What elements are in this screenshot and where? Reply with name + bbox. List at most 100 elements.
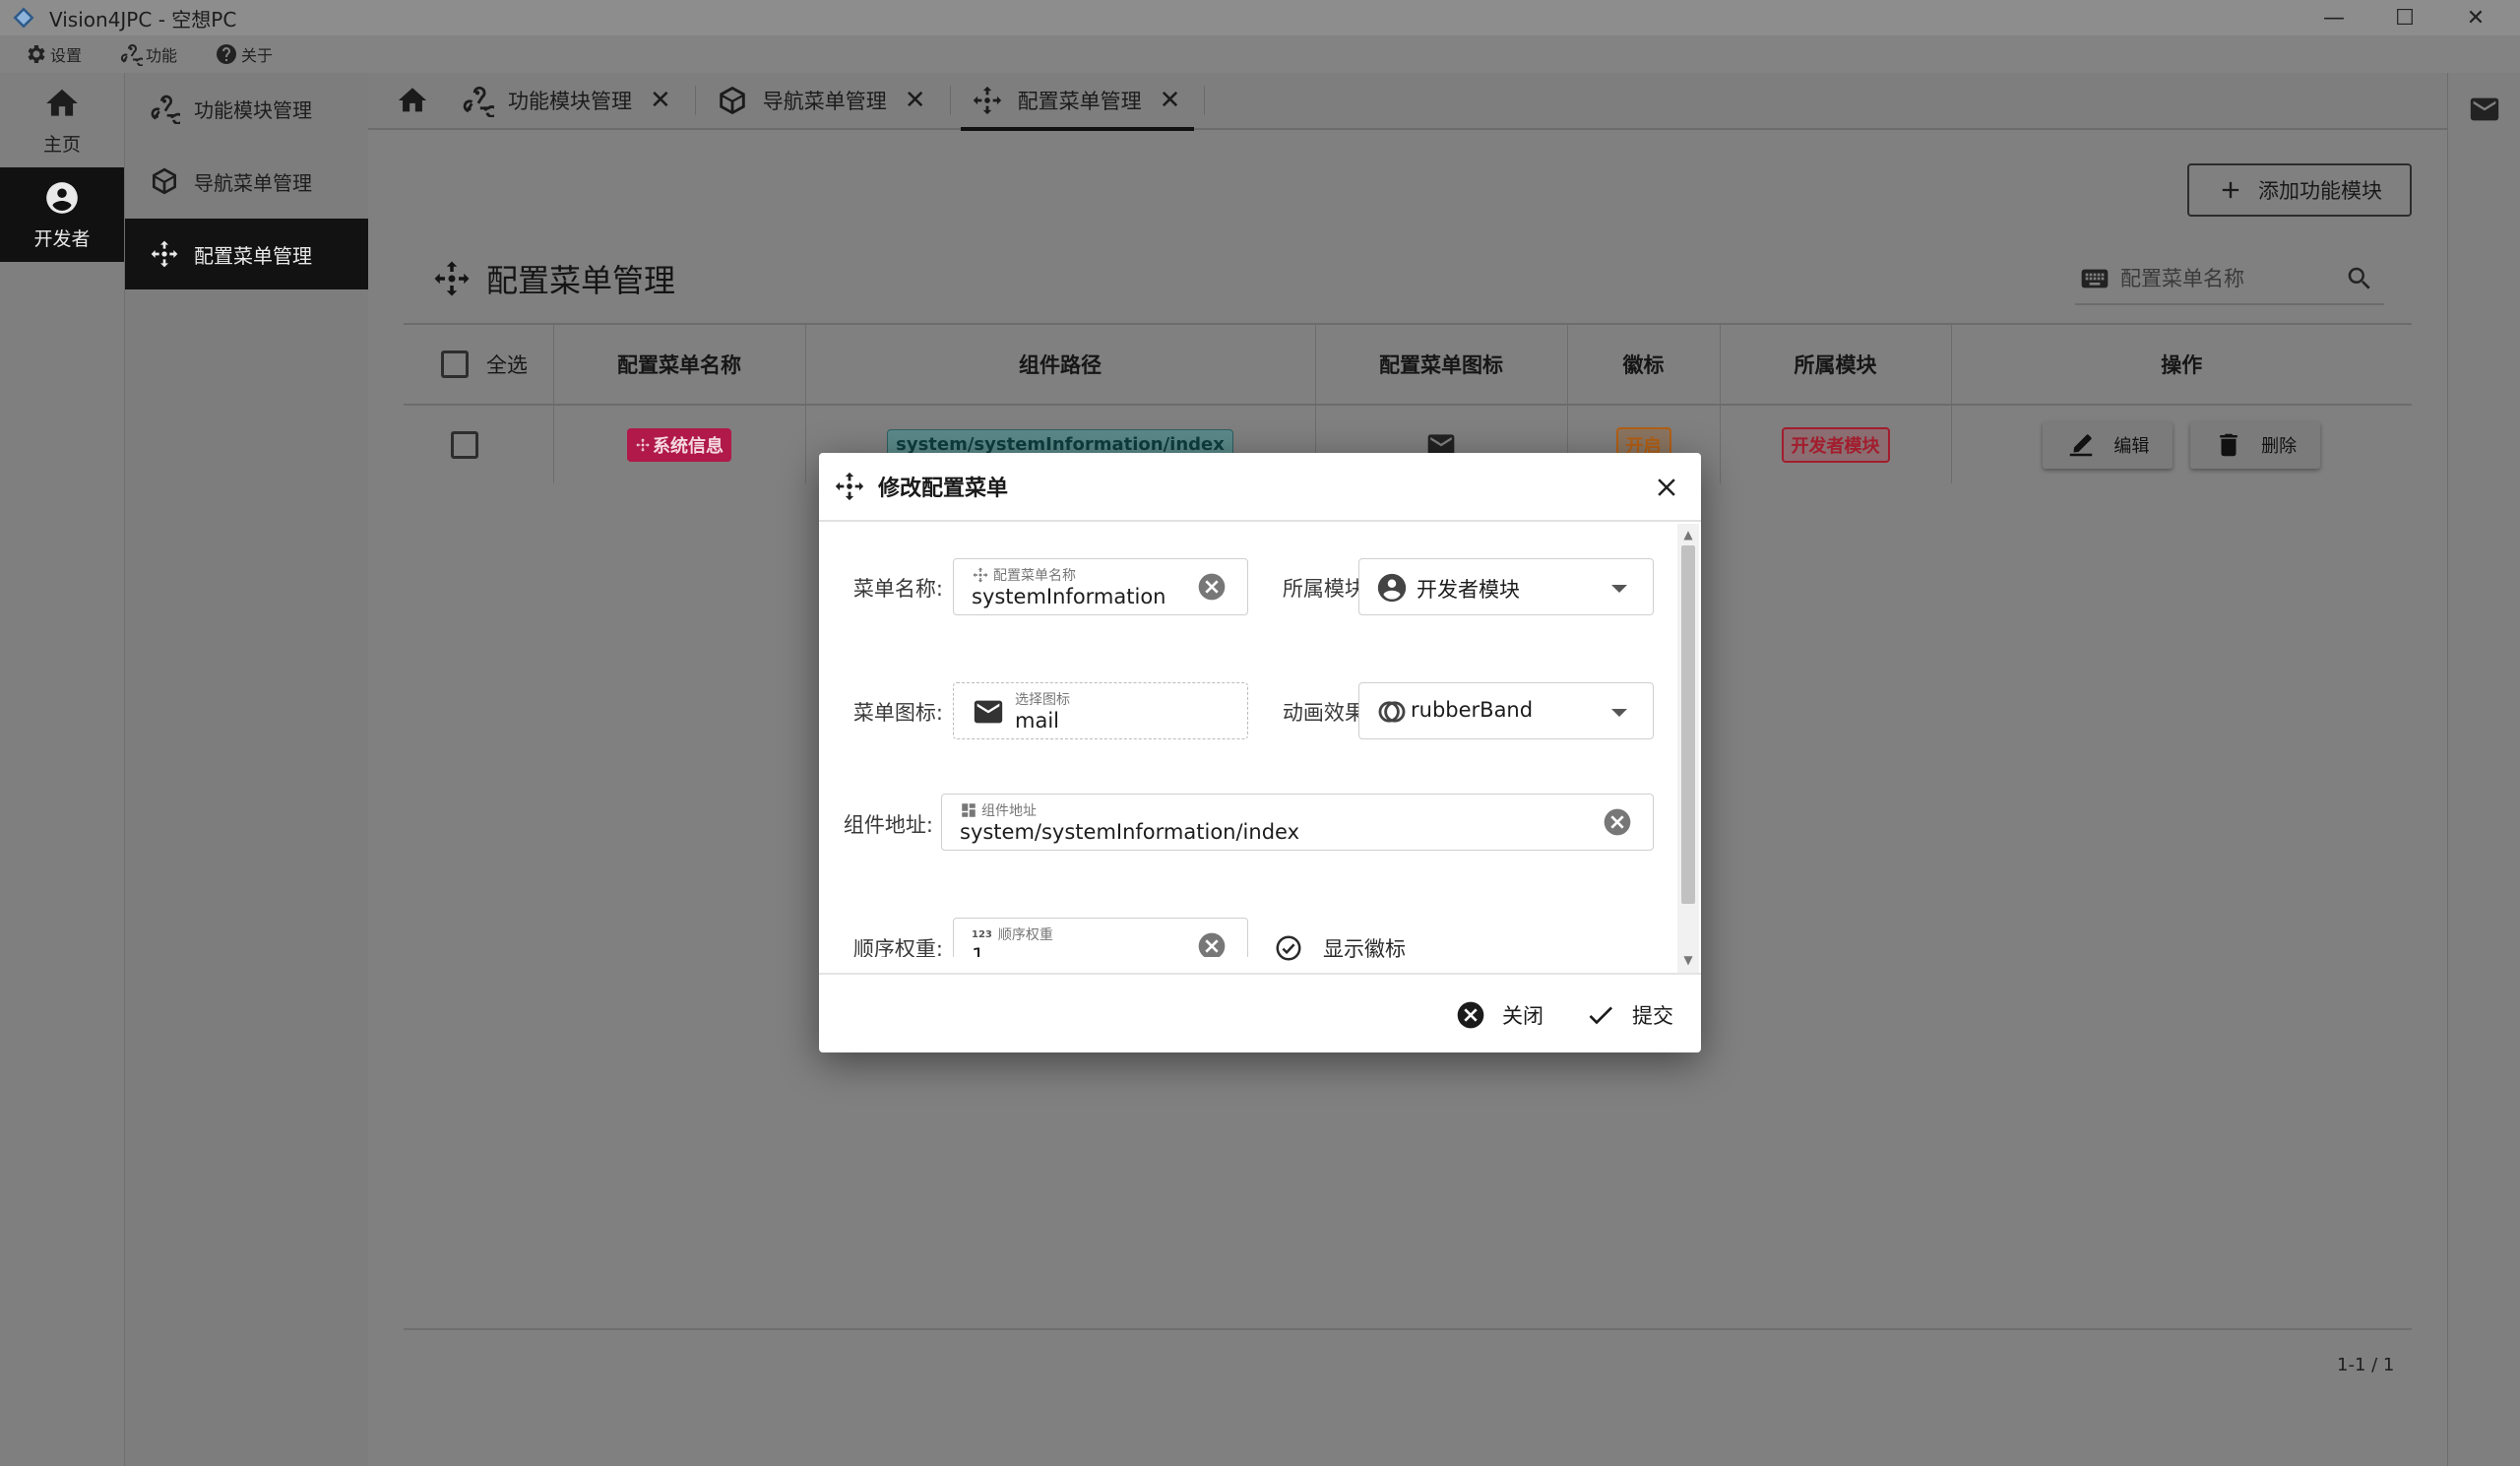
column-header[interactable]: 配置菜单图标: [1315, 323, 1568, 406]
scroll-down-arrow[interactable]: ▼: [1677, 953, 1699, 967]
trash-icon: [2214, 430, 2243, 460]
tab-nav-menu-manage[interactable]: 导航菜单管理 ✕: [706, 72, 940, 129]
subnav-item-label: 配置菜单管理: [194, 243, 312, 268]
component-path-sublabel: 组件地址: [960, 800, 1037, 820]
component-path-field[interactable]: 组件地址 system/systemInformation/index: [941, 794, 1654, 851]
module-select-value: 开发者模块: [1417, 578, 1520, 602]
subnav-item-config-menu-manage[interactable]: 配置菜单管理: [125, 219, 369, 289]
add-module-label: 添加功能模块: [2258, 179, 2382, 203]
show-badge-label: 显示徽标: [1323, 937, 1406, 961]
rings-icon: [1375, 695, 1409, 729]
module-cell: 开发者模块: [1720, 405, 1952, 483]
clear-icon[interactable]: [1196, 930, 1228, 957]
add-module-button[interactable]: 添加功能模块: [2187, 163, 2412, 217]
tab-home[interactable]: [386, 72, 451, 129]
pencil-icon: [2066, 430, 2096, 460]
check-circle-icon: [1274, 933, 1303, 963]
minimize-button[interactable]: —: [2300, 0, 2368, 35]
animation-select-value: rubberBand: [1411, 698, 1534, 722]
tab-close-button[interactable]: ✕: [650, 88, 671, 113]
menu-name-value: systemInformation: [972, 585, 1166, 608]
move-arrows-icon: [431, 258, 472, 299]
tab-label: 配置菜单管理: [1017, 90, 1142, 113]
dialog-header: 修改配置菜单: [819, 453, 1701, 522]
submit-button[interactable]: 提交: [1585, 994, 1673, 1036]
menu-functions[interactable]: 功能: [119, 42, 177, 66]
account-circle-icon: [43, 179, 81, 217]
tab-config-menu-manage[interactable]: 配置菜单管理 ✕: [960, 72, 1195, 131]
edit-config-menu-dialog: 修改配置菜单 菜单名称: 配置菜单名称 systemInformation 所属…: [819, 453, 1701, 1052]
column-header[interactable]: 所属模块: [1720, 323, 1952, 406]
search-input[interactable]: [2120, 267, 2341, 290]
name-chip-text: 系统信息: [653, 435, 724, 457]
help-icon: [215, 42, 238, 66]
menu-icon-value: mail: [1015, 709, 1059, 733]
delete-button[interactable]: 删除: [2190, 420, 2321, 469]
menu-name-field[interactable]: 配置菜单名称 systemInformation: [953, 558, 1248, 615]
webhook-icon: [119, 42, 143, 66]
tab-close-button[interactable]: ✕: [905, 88, 926, 113]
mail-icon[interactable]: [2468, 93, 2501, 126]
clear-icon[interactable]: [1602, 806, 1633, 838]
column-header[interactable]: 组件路径: [805, 323, 1316, 406]
tab-divider: [694, 86, 696, 115]
order-weight-sublabel-text: 顺序权重: [997, 927, 1053, 943]
menu-name-sublabel: 配置菜单名称: [972, 565, 1076, 585]
maximize-button[interactable]: ☐: [2370, 0, 2439, 35]
animation-field-label: 动画效果:: [1282, 701, 1372, 725]
page-title-text: 配置菜单管理: [486, 262, 676, 299]
tab-module-manage[interactable]: 功能模块管理 ✕: [451, 72, 685, 129]
pagination-info: 1-1 / 1: [2337, 1355, 2395, 1375]
edit-button[interactable]: 编辑: [2043, 420, 2174, 469]
select-all-checkbox[interactable]: [441, 351, 469, 378]
clear-icon[interactable]: [1196, 571, 1228, 603]
dialog-scrollbar[interactable]: ▲ ▼: [1677, 524, 1699, 973]
search-icon[interactable]: [2345, 264, 2374, 293]
title-bar: Vision4JPC - 空想PC — ☐ ✕: [0, 0, 2520, 35]
subnav-item-label: 导航菜单管理: [194, 170, 312, 195]
dialog-close-icon[interactable]: [1652, 473, 1681, 502]
window-close-button[interactable]: ✕: [2441, 0, 2510, 35]
dialog-title: 修改配置菜单: [878, 477, 1009, 501]
cube-icon: [716, 84, 749, 117]
numeric-icon: 123: [972, 928, 992, 940]
scrollbar-thumb[interactable]: [1681, 545, 1695, 904]
tab-bar: 功能模块管理 ✕ 导航菜单管理 ✕ 配置菜单管理 ✕: [368, 72, 2447, 131]
menu-about[interactable]: 关于: [215, 42, 273, 66]
table-header-row: 全选 配置菜单名称 组件路径 配置菜单图标 徽标 所属模块 操作: [404, 323, 2412, 406]
search-box: [2075, 254, 2384, 305]
chevron-down-icon: [1611, 585, 1627, 593]
rail-item-label: 开发者: [33, 227, 91, 250]
scroll-up-arrow[interactable]: ▲: [1677, 528, 1699, 542]
animation-select[interactable]: rubberBand: [1358, 682, 1654, 739]
order-field-label: 顺序权重:: [852, 937, 943, 957]
dialog-footer: 关闭 提交: [819, 973, 1701, 1052]
home-icon: [43, 85, 81, 122]
submit-button-label: 提交: [1632, 1004, 1673, 1028]
order-weight-field[interactable]: 123 顺序权重 1: [953, 918, 1248, 957]
subnav-item-nav-menu-manage[interactable]: 导航菜单管理: [125, 146, 369, 217]
gear-icon: [24, 42, 47, 66]
page-title: 配置菜单管理: [431, 256, 675, 301]
subnav-item-module-manage[interactable]: 功能模块管理: [125, 73, 369, 144]
move-arrows-icon: [972, 566, 989, 584]
close-button[interactable]: 关闭: [1455, 994, 1544, 1036]
move-arrows-icon: [635, 437, 651, 453]
dialog-body: 菜单名称: 配置菜单名称 systemInformation 所属模块: 开发者…: [819, 524, 1685, 957]
menu-icon-picker[interactable]: 选择图标 mail: [953, 682, 1248, 739]
rail-item-home[interactable]: 主页: [0, 73, 124, 167]
module-select[interactable]: 开发者模块: [1358, 558, 1654, 615]
row-checkbox[interactable]: [450, 430, 478, 459]
column-header[interactable]: 徽标: [1567, 323, 1721, 406]
tab-label: 导航菜单管理: [762, 90, 887, 113]
rail-item-developer[interactable]: 开发者: [0, 167, 124, 262]
move-arrows-icon: [833, 470, 866, 503]
menu-settings[interactable]: 设置: [24, 42, 82, 66]
webhook-icon: [149, 93, 180, 124]
right-rail: [2447, 73, 2520, 1466]
tab-close-button[interactable]: ✕: [1160, 88, 1181, 113]
show-badge-toggle[interactable]: 显示徽标: [1274, 933, 1406, 963]
tab-divider: [1204, 86, 1206, 115]
column-header[interactable]: 配置菜单名称: [553, 323, 806, 406]
app-logo-icon: [10, 4, 37, 32]
